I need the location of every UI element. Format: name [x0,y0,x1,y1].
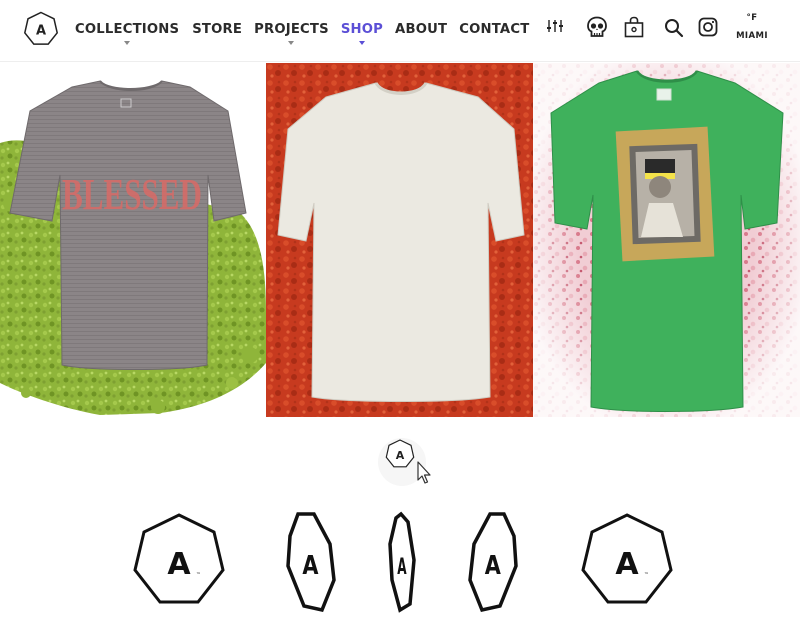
nav-projects-label: PROJECTS [254,22,329,37]
heptagon-logo-icon: A [468,512,518,613]
svg-text:A: A [396,449,405,462]
main-nav: COLLECTIONS STORE PROJECTS SHOP ABOUT CO… [75,22,529,45]
nav-contact-label: CONTACT [459,22,530,37]
svg-text:A: A [485,550,502,581]
nav-store-label: STORE [192,22,243,37]
svg-text:BLESSED: BLESSED [62,170,202,219]
heptagon-logo-icon: A [286,512,336,613]
product-tile-green-tshirt[interactable] [533,63,800,417]
loading-logo[interactable]: A [378,436,438,488]
shopping-bag-icon[interactable] [624,16,644,43]
product-image-green-tshirt [533,63,800,417]
heptagon-logo-cursor-icon: A [378,438,431,486]
nav-shop[interactable]: SHOP [340,22,384,45]
svg-text:™: ™ [644,572,649,578]
search-icon[interactable] [664,18,684,43]
nav-about-label: ABOUT [395,22,448,37]
nav-shop-label: SHOP [340,22,384,37]
product-image-white-tshirt [266,63,533,417]
instagram-icon[interactable] [698,17,718,42]
chevron-down-icon [288,41,295,45]
logo-frame-1: A ™ [129,510,229,614]
nav-collections-label: COLLECTIONS [75,22,180,37]
site-header: A COLLECTIONS STORE PROJECTS SHOP ABOUT … [0,0,800,62]
logo-frame-4: A [468,510,520,614]
heptagon-logo-icon: A ™ [133,513,225,604]
temperature-unit: °F [746,13,758,23]
sliders-icon[interactable] [546,18,564,39]
svg-text:™: ™ [196,572,201,578]
product-grid: BLESSED [0,63,800,417]
svg-text:A: A [302,550,319,581]
nav-contact[interactable]: CONTACT [459,22,529,37]
skull-icon[interactable] [586,16,608,45]
logo-rotation-sequence: A ™ A A A A ™ [0,510,800,614]
weather-widget[interactable]: °F MIAMI [735,13,769,41]
chevron-down-icon [124,41,131,45]
brand-logo[interactable]: A [23,11,59,47]
product-tile-grey-tshirt[interactable]: BLESSED [0,63,266,417]
heptagon-logo-icon: A ™ [581,513,673,604]
product-tile-white-tshirt[interactable] [266,63,533,417]
product-image-grey-tshirt: BLESSED [0,80,266,415]
nav-about[interactable]: ABOUT [395,22,447,37]
heptagon-logo-icon: A [23,11,59,45]
logo-frame-3: A [386,510,418,614]
nav-collections[interactable]: COLLECTIONS [75,22,180,45]
nav-projects[interactable]: PROJECTS [254,22,329,45]
svg-text:A: A [397,555,407,580]
svg-text:A: A [167,547,191,582]
logo-frame-5: A ™ [577,510,677,614]
chevron-down-icon [358,41,365,45]
heptagon-logo-icon: A [388,511,416,613]
logo-frame-2: A [284,510,336,614]
nav-store[interactable]: STORE [192,22,242,37]
svg-text:A: A [36,24,46,39]
weather-city: MIAMI [736,31,768,41]
svg-text:A: A [615,547,639,582]
